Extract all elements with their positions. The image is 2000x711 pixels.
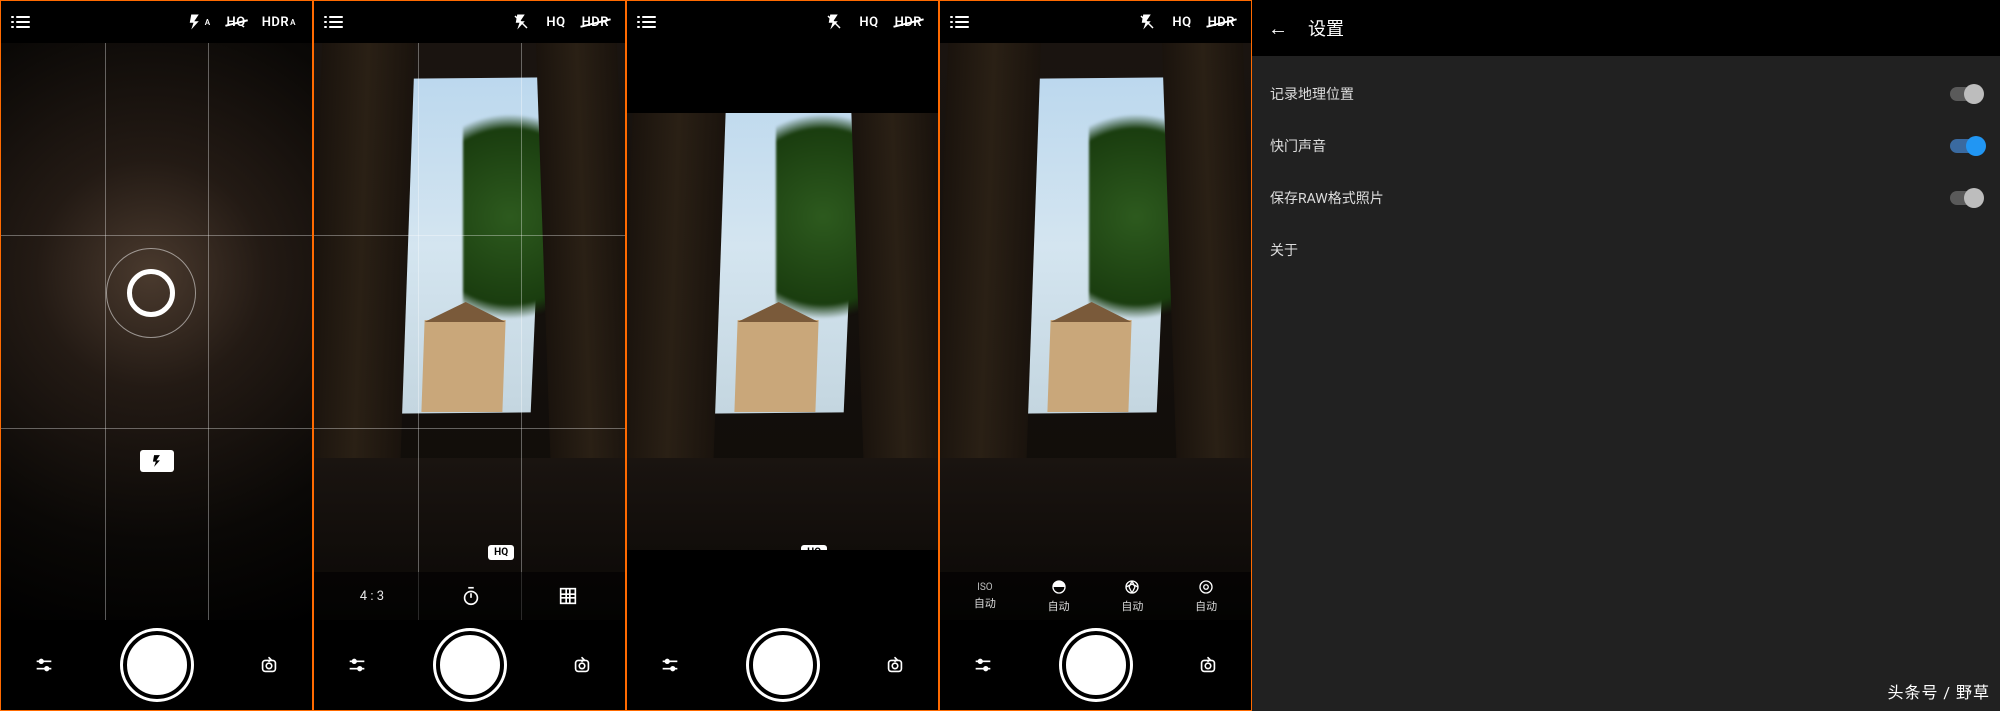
- setting-label: 关于: [1270, 240, 1298, 260]
- exposure-button[interactable]: 自动: [1048, 578, 1070, 614]
- hdr-off-button[interactable]: HDR: [1200, 15, 1243, 30]
- pro-row: ISO 自动 自动 自动 自动: [940, 572, 1251, 620]
- aspect-ratio-button[interactable]: 4 : 3: [360, 589, 384, 604]
- setting-label: 快门声音: [1270, 136, 1326, 156]
- grid-toggle-icon[interactable]: [557, 585, 579, 607]
- grid-line: [208, 43, 209, 620]
- sliders-icon[interactable]: [25, 646, 63, 684]
- setting-shutter-sound[interactable]: 快门声音: [1252, 120, 2000, 172]
- hq-button[interactable]: HQ: [538, 15, 573, 30]
- midrow: 4 : 3: [314, 572, 625, 620]
- grid-line: [1, 235, 312, 236]
- flash-auto-icon[interactable]: A: [178, 13, 219, 31]
- shutter-button[interactable]: [1062, 631, 1130, 699]
- viewfinder[interactable]: HQ 4 : 3: [314, 43, 625, 620]
- hq-button[interactable]: HQ: [1164, 15, 1199, 30]
- sliders-icon[interactable]: [651, 646, 689, 684]
- bottombar: [314, 620, 625, 710]
- settings-panel: ← 设置 记录地理位置 快门声音 保存RAW格式照片 关于: [1252, 0, 2000, 711]
- flash-off-icon[interactable]: [504, 13, 538, 31]
- flash-off-icon[interactable]: [1130, 13, 1164, 31]
- switch-camera-icon[interactable]: [563, 646, 601, 684]
- viewfinder[interactable]: ISO 自动 自动 自动 自动: [940, 43, 1251, 620]
- focus-ring[interactable]: [106, 248, 196, 338]
- toggle-on[interactable]: [1950, 139, 1982, 153]
- menu-icon[interactable]: [948, 16, 976, 28]
- switch-camera-icon[interactable]: [1189, 646, 1227, 684]
- aperture-button[interactable]: 自动: [1121, 578, 1143, 614]
- iso-button[interactable]: ISO 自动: [974, 582, 996, 611]
- focus-button[interactable]: 自动: [1195, 578, 1217, 614]
- bottombar: [1, 620, 312, 710]
- camera-panel-1: A HQ HDRA: [0, 0, 313, 711]
- topbar: A HQ HDRA: [1, 1, 312, 43]
- grid-line: [314, 428, 625, 429]
- grid-line: [1, 428, 312, 429]
- sliders-icon[interactable]: [338, 646, 376, 684]
- setting-label: 保存RAW格式照片: [1270, 188, 1384, 208]
- bottombar: [940, 620, 1251, 710]
- hdr-auto-button[interactable]: HDRA: [254, 15, 304, 30]
- shutter-button[interactable]: [749, 631, 817, 699]
- back-arrow-icon[interactable]: ←: [1268, 16, 1288, 41]
- watermark: 头条号 / 野草: [1887, 679, 1990, 703]
- settings-header: ← 设置: [1252, 0, 2000, 56]
- viewfinder[interactable]: [1, 43, 312, 620]
- hq-button[interactable]: HQ: [851, 15, 886, 30]
- hdr-off-button[interactable]: HDR: [574, 15, 617, 30]
- setting-geolocation[interactable]: 记录地理位置: [1252, 68, 2000, 120]
- flash-off-icon[interactable]: [817, 13, 851, 31]
- toggle-off[interactable]: [1950, 87, 1982, 101]
- grid-line: [314, 235, 625, 236]
- camera-panel-3: HQ HDR HQ 1 : 1: [626, 0, 939, 711]
- toggle-off[interactable]: [1950, 191, 1982, 205]
- timer-icon[interactable]: [460, 585, 482, 607]
- grid-line: [418, 43, 419, 620]
- setting-save-raw[interactable]: 保存RAW格式照片: [1252, 172, 2000, 224]
- flash-badge: [140, 450, 174, 472]
- camera-panel-4: HQ HDR ISO 自动 自动 自动 自动: [939, 0, 1252, 711]
- topbar: HQ HDR: [940, 1, 1251, 43]
- grid-line: [521, 43, 522, 620]
- shutter-button[interactable]: [123, 631, 191, 699]
- camera-panel-2: HQ HDR HQ 4 : 3: [313, 0, 626, 711]
- setting-label: 记录地理位置: [1270, 84, 1354, 104]
- grid-line: [105, 43, 106, 620]
- viewfinder[interactable]: HQ 1 : 1: [627, 43, 938, 620]
- settings-list: 记录地理位置 快门声音 保存RAW格式照片 关于: [1252, 56, 2000, 288]
- hq-badge: HQ: [488, 545, 514, 560]
- switch-camera-icon[interactable]: [876, 646, 914, 684]
- topbar: HQ HDR: [314, 1, 625, 43]
- sliders-icon[interactable]: [964, 646, 1002, 684]
- settings-title: 设置: [1308, 15, 1344, 41]
- bottombar: [627, 620, 938, 710]
- shutter-button[interactable]: [436, 631, 504, 699]
- switch-camera-icon[interactable]: [250, 646, 288, 684]
- menu-icon[interactable]: [635, 16, 663, 28]
- hq-off-button[interactable]: HQ: [219, 15, 254, 30]
- hdr-off-button[interactable]: HDR: [887, 15, 930, 30]
- setting-about[interactable]: 关于: [1252, 224, 2000, 276]
- topbar: HQ HDR: [627, 1, 938, 43]
- menu-icon[interactable]: [9, 16, 37, 28]
- menu-icon[interactable]: [322, 16, 350, 28]
